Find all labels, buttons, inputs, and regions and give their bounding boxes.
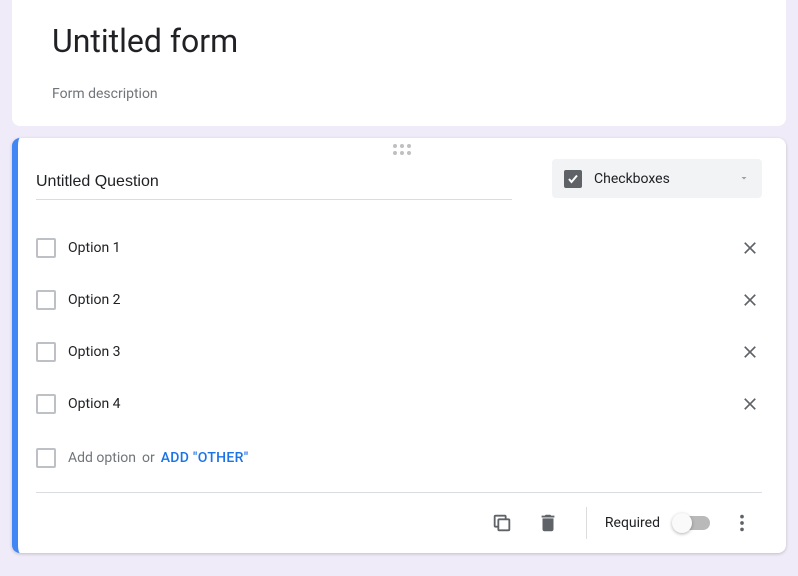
add-option-text[interactable]: Add option bbox=[68, 450, 136, 466]
required-label: Required bbox=[605, 515, 660, 531]
add-other-button[interactable]: Add "Other" bbox=[161, 450, 249, 466]
copy-icon bbox=[491, 512, 513, 534]
add-option-or: or bbox=[142, 450, 155, 466]
question-top-row: Checkboxes bbox=[36, 159, 762, 200]
option-text[interactable]: Option 4 bbox=[68, 396, 738, 412]
options-list: Option 1 Option 2 Option 3 bbox=[36, 222, 762, 430]
checkbox-icon bbox=[36, 448, 56, 468]
close-icon bbox=[740, 290, 760, 310]
checkbox-icon bbox=[36, 342, 56, 362]
close-icon bbox=[740, 342, 760, 362]
more-vert-icon bbox=[731, 512, 753, 534]
close-icon bbox=[740, 394, 760, 414]
form-header-card: Untitled form Form description bbox=[12, 0, 786, 126]
drag-dots-icon bbox=[393, 144, 411, 155]
question-body: Checkboxes Option 1 O bbox=[18, 159, 786, 492]
more-options-button[interactable] bbox=[722, 503, 762, 543]
remove-option-button[interactable] bbox=[738, 236, 762, 260]
checkbox-icon bbox=[36, 290, 56, 310]
add-option-row: Add option or Add "Other" bbox=[36, 436, 762, 492]
checkbox-icon bbox=[36, 394, 56, 414]
remove-option-button[interactable] bbox=[738, 288, 762, 312]
checkbox-type-icon bbox=[564, 170, 582, 188]
trash-icon bbox=[537, 512, 559, 534]
close-icon bbox=[740, 238, 760, 258]
toggle-thumb bbox=[672, 513, 692, 533]
footer-divider bbox=[586, 507, 587, 539]
option-text[interactable]: Option 3 bbox=[68, 344, 738, 360]
remove-option-button[interactable] bbox=[738, 340, 762, 364]
form-title[interactable]: Untitled form bbox=[52, 22, 762, 60]
question-title-wrap bbox=[36, 159, 512, 200]
option-text[interactable]: Option 1 bbox=[68, 240, 738, 256]
option-row: Option 1 bbox=[36, 222, 762, 274]
required-toggle[interactable] bbox=[674, 516, 710, 530]
drag-handle[interactable] bbox=[18, 138, 786, 159]
duplicate-button[interactable] bbox=[482, 503, 522, 543]
delete-button[interactable] bbox=[528, 503, 568, 543]
type-label: Checkboxes bbox=[594, 171, 738, 187]
option-row: Option 4 bbox=[36, 378, 762, 430]
question-card: Checkboxes Option 1 O bbox=[12, 138, 786, 553]
option-row: Option 3 bbox=[36, 326, 762, 378]
remove-option-button[interactable] bbox=[738, 392, 762, 416]
option-row: Option 2 bbox=[36, 274, 762, 326]
question-footer: Required bbox=[36, 492, 762, 553]
checkbox-icon bbox=[36, 238, 56, 258]
question-title-input[interactable] bbox=[36, 159, 512, 200]
question-type-selector[interactable]: Checkboxes bbox=[552, 159, 762, 198]
option-text[interactable]: Option 2 bbox=[68, 292, 738, 308]
form-description[interactable]: Form description bbox=[52, 86, 762, 102]
chevron-down-icon bbox=[738, 169, 750, 188]
